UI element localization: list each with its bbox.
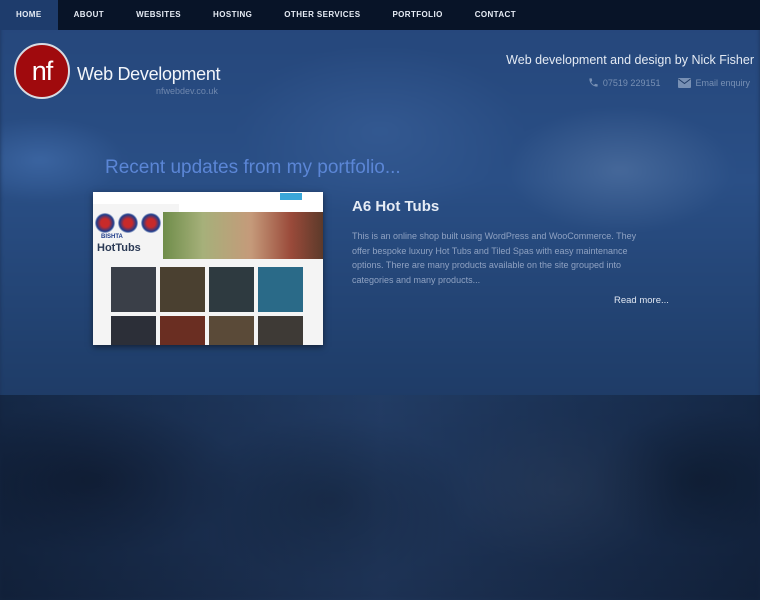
thumb-brand: BISHTA HotTubs bbox=[97, 234, 141, 254]
nav-portfolio[interactable]: PORTFOLIO bbox=[376, 0, 458, 30]
thumb-badge-icon bbox=[95, 213, 115, 233]
post-excerpt: This is an online shop built using WordP… bbox=[352, 231, 637, 285]
thumb-button bbox=[280, 193, 302, 200]
background-band bbox=[0, 395, 760, 600]
phone-icon bbox=[588, 77, 599, 88]
thumb-brand-small: BISHTA bbox=[101, 234, 123, 240]
thumb-menu bbox=[179, 204, 323, 212]
thumb-product-image bbox=[209, 316, 254, 345]
email-label: Email enquiry bbox=[695, 77, 750, 88]
read-more-link[interactable]: Read more... bbox=[614, 295, 669, 306]
thumb-brand-text: HotTubs bbox=[97, 242, 141, 254]
post-title[interactable]: A6 Hot Tubs bbox=[352, 198, 439, 215]
email-link[interactable]: Email enquiry bbox=[678, 77, 750, 88]
portfolio-heading: Recent updates from my portfolio... bbox=[105, 157, 401, 178]
phone-link[interactable]: 07519 229151 bbox=[588, 77, 661, 88]
thumb-product-image bbox=[258, 316, 303, 345]
phone-number: 07519 229151 bbox=[602, 77, 661, 88]
main-nav: HOME ABOUT WEBSITES HOSTING OTHER SERVIC… bbox=[0, 0, 760, 30]
nav-about[interactable]: ABOUT bbox=[58, 0, 120, 30]
site-tagline: Web development and design by Nick Fishe… bbox=[506, 53, 754, 67]
nav-other-services[interactable]: OTHER SERVICES bbox=[268, 0, 376, 30]
thumb-product-image bbox=[258, 267, 303, 312]
thumb-product-image bbox=[160, 316, 205, 345]
thumb-product-image bbox=[111, 267, 156, 312]
thumb-badge-icon bbox=[118, 213, 138, 233]
nav-hosting[interactable]: HOSTING bbox=[197, 0, 268, 30]
logo-mark[interactable]: nf bbox=[14, 43, 70, 99]
thumb-product-image bbox=[160, 267, 205, 312]
envelope-icon bbox=[678, 77, 692, 88]
thumb-badge-icon bbox=[141, 213, 161, 233]
logo-subtitle: nfwebdev.co.uk bbox=[156, 86, 218, 96]
logo-title[interactable]: Web Development bbox=[77, 64, 221, 85]
thumb-product-image bbox=[209, 267, 254, 312]
thumb-product-image bbox=[111, 316, 156, 345]
contact-row: 07519 229151 Email enquiry bbox=[588, 77, 750, 88]
thumb-hero-image bbox=[163, 212, 323, 259]
portfolio-thumbnail[interactable]: BISHTA HotTubs bbox=[93, 192, 323, 345]
nav-contact[interactable]: CONTACT bbox=[459, 0, 532, 30]
nav-home[interactable]: HOME bbox=[0, 0, 58, 30]
nav-websites[interactable]: WEBSITES bbox=[120, 0, 197, 30]
